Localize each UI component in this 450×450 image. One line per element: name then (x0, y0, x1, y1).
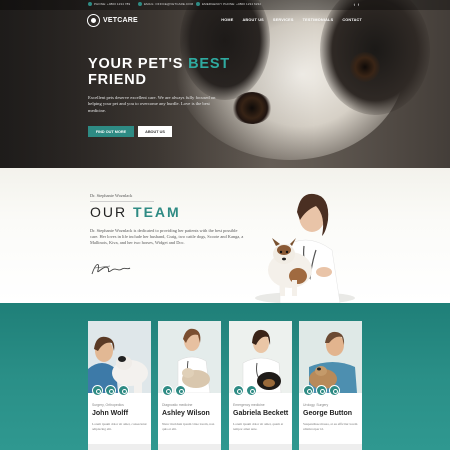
facebook-icon[interactable]: f (358, 2, 362, 7)
hero-title: YOUR PET'S BEST FRIEND (88, 56, 230, 88)
nav-item-testimonials[interactable]: TESTIMONIALS (303, 18, 334, 22)
phone-icon[interactable] (233, 385, 244, 396)
team-card[interactable]: Emergency medicine Gabriela Beckett Lore… (229, 321, 292, 450)
team-member-photo (299, 321, 362, 393)
top-info-bar: PHONE: +0800 1234 789 EMAIL: OFFICE@VETC… (0, 0, 450, 10)
nav-item-home[interactable]: HOME (221, 18, 233, 22)
team-card[interactable]: Urology, Surgery George Button Suspendis… (299, 321, 362, 450)
team-member-photo (158, 321, 221, 394)
team-intro-section: Dr. Stephanie Woznlack OUR TEAM Dr. Step… (0, 168, 450, 303)
team-member-specialty: Diagnostic medicine (162, 403, 193, 407)
about-us-button[interactable]: ABOUT US (138, 126, 172, 137)
team-member-name: John Wolff (92, 410, 129, 417)
phone-icon[interactable] (303, 385, 314, 396)
nav-item-services[interactable]: SERVICES (273, 18, 294, 22)
nav-item-contact[interactable]: CONTACT (342, 18, 362, 22)
top-email[interactable]: EMAIL: OFFICE@VETCARE.COM (144, 2, 193, 6)
nav-menu: HOME ABOUT US SERVICES TESTIMONIALS CONT… (221, 18, 362, 22)
find-out-more-button[interactable]: FIND OUT MORE (88, 126, 134, 137)
mail-icon[interactable] (175, 385, 186, 396)
team-member-photo (229, 321, 292, 394)
phone-icon (88, 2, 92, 7)
mail-icon[interactable] (105, 385, 116, 396)
team-member-desc: Lorem ipsum dolor sit amet, quam at temp… (233, 422, 284, 431)
hero-text: Excellent pets deserve excellent care. W… (88, 95, 216, 113)
card-footer (158, 444, 221, 450)
team-member-desc: Lorem ipsum dolor sit amet, consectetur … (92, 422, 147, 431)
mail-icon[interactable] (246, 385, 257, 396)
divider (90, 201, 154, 202)
team-member-name: Ashley Wilson (162, 410, 210, 417)
team-member-specialty: Urology, Surgery (303, 403, 329, 407)
doctor-name: Dr. Stephanie Woznlack (90, 193, 133, 198)
vet-with-dog-photo (255, 193, 355, 303)
card-footer (299, 444, 362, 450)
share-icon[interactable] (329, 385, 340, 396)
phone-icon[interactable] (92, 385, 103, 396)
logo[interactable]: VETCARE (87, 14, 138, 27)
nav-item-about[interactable]: ABOUT US (242, 18, 263, 22)
team-title: OUR TEAM (90, 204, 181, 220)
team-member-desc: Nunc tincidunt ipsum vitae lorem, non qu… (162, 422, 215, 431)
team-card[interactable]: Diagnostic medicine Ashley Wilson Nunc t… (158, 321, 221, 450)
card-footer (88, 444, 151, 450)
hero-section: PHONE: +0800 1234 789 EMAIL: OFFICE@VETC… (0, 0, 450, 168)
top-emergency: EMERGENCY PHONE: +0800 1234 6232 (202, 2, 262, 6)
mail-icon[interactable] (316, 385, 327, 396)
team-bio: Dr. Stephanie Woznlack is dedicated to p… (90, 228, 244, 246)
team-member-photo (88, 321, 151, 393)
top-phone: PHONE: +0800 1234 789 (94, 2, 131, 6)
team-card[interactable]: Surgery, Orthopedics John Wolff Lorem ip… (88, 321, 151, 450)
team-member-name: Gabriela Beckett (233, 410, 289, 417)
team-member-specialty: Surgery, Orthopedics (92, 403, 124, 407)
share-icon[interactable] (118, 385, 129, 396)
team-member-specialty: Emergency medicine (233, 403, 265, 407)
logo-text: VETCARE (103, 17, 138, 24)
team-member-desc: Suspendisse massa, at eu efficitur lorem… (303, 422, 358, 431)
emergency-icon (196, 2, 200, 7)
team-title-accent: TEAM (133, 204, 181, 220)
team-grid-section: Surgery, Orthopedics John Wolff Lorem ip… (0, 303, 450, 450)
main-nav: VETCARE HOME ABOUT US SERVICES TESTIMONI… (0, 10, 450, 32)
team-member-name: George Button (303, 410, 352, 417)
vetcare-logo-icon (87, 14, 100, 27)
social-links: tf (354, 2, 362, 7)
signature-image (91, 264, 131, 275)
hero-title-accent: BEST (188, 56, 230, 72)
phone-icon[interactable] (162, 385, 173, 396)
card-footer (229, 444, 292, 450)
mail-icon (138, 2, 142, 7)
